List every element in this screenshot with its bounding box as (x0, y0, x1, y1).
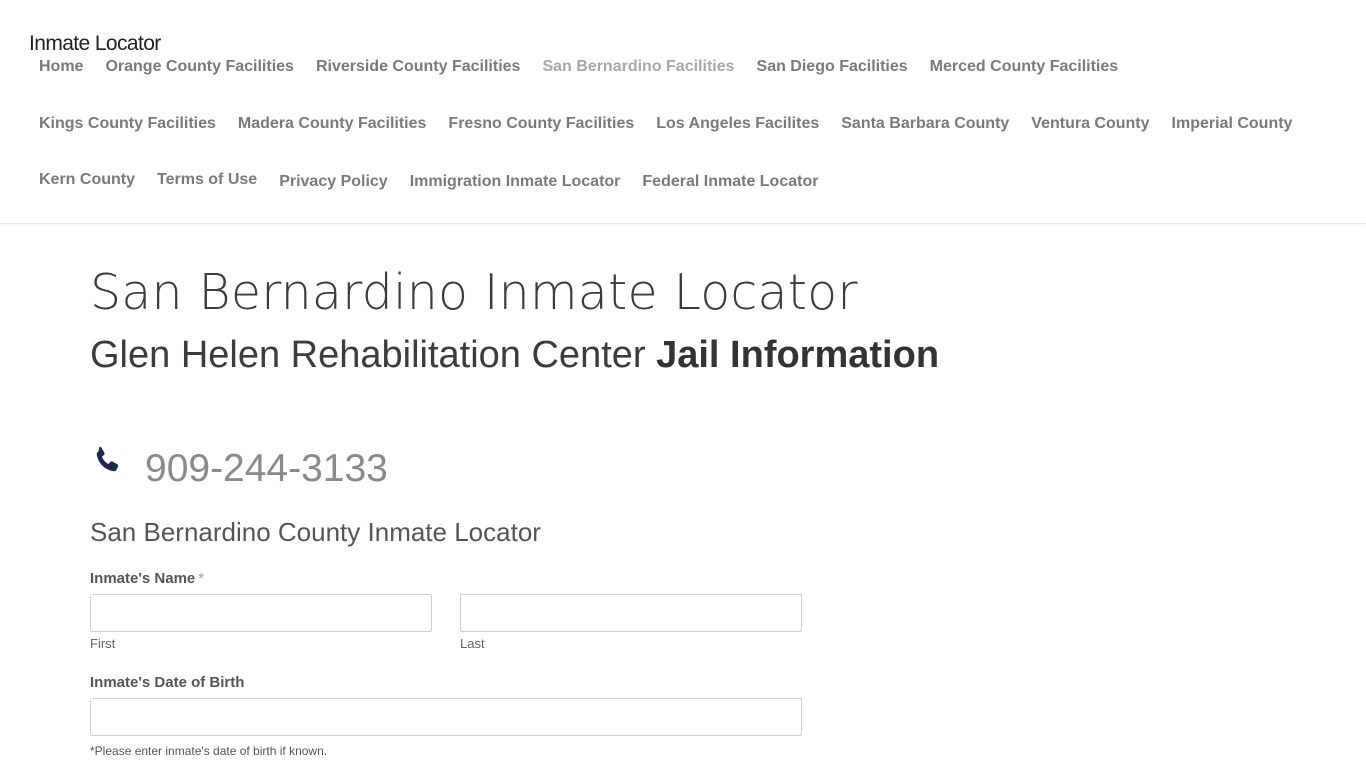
dob-input[interactable] (90, 698, 802, 736)
nav-item-fresno-county-facilities[interactable]: Fresno County Facilities (437, 102, 645, 159)
subtitle-facility: Glen Helen Rehabilitation Center (90, 334, 646, 376)
main-nav: Home Orange County Facilities Riverside Co… (28, 45, 1318, 215)
inmate-name-label: Inmate's Name * (90, 570, 204, 587)
nav-item-riverside-county-facilities[interactable]: Riverside County Facilities (305, 45, 532, 102)
nav-item-orange-county-facilities[interactable]: Orange County Facilities (94, 45, 304, 102)
nav-item-madera-county-facilities[interactable]: Madera County Facilities (227, 102, 438, 159)
phone-icon (90, 442, 124, 483)
nav-item-terms-of-use[interactable]: Terms of Use (146, 158, 268, 215)
required-mark: * (198, 570, 205, 587)
site-header: Inmate Locator Home Orange County Facilit… (0, 0, 1366, 224)
page-subtitle: Glen Helen Rehabilitation Center Jail In… (90, 330, 1270, 380)
inmate-name-label-text: Inmate's Name (90, 570, 196, 587)
nav-item-san-diego-facilities[interactable]: San Diego Facilities (746, 45, 919, 102)
nav-item-san-bernardino-facilities[interactable]: San Bernardino Facilities (531, 45, 745, 102)
phone-row: 909-244-3133 (90, 442, 388, 496)
first-name-input[interactable] (90, 594, 432, 632)
subtitle-jail-information: Jail Information (656, 334, 940, 376)
nav-item-home[interactable]: Home (28, 45, 94, 102)
nav-item-immigration-inmate-locator[interactable]: Immigration Inmate Locator (399, 158, 632, 215)
nav-item-kings-county-facilities[interactable]: Kings County Facilities (28, 102, 227, 159)
page-title: San Bernardino Inmate Locator (90, 264, 858, 321)
nav-item-imperial-county[interactable]: Imperial County (1161, 102, 1304, 159)
nav-item-ventura-county[interactable]: Ventura County (1020, 102, 1160, 159)
form-title: San Bernardino County Inmate Locator (90, 517, 541, 547)
last-name-input[interactable] (460, 594, 802, 632)
nav-item-federal-inmate-locator[interactable]: Federal Inmate Locator (631, 158, 829, 215)
nav-item-los-angeles-facilites[interactable]: Los Angeles Facilites (645, 102, 830, 159)
nav-item-merced-county-facilities[interactable]: Merced County Facilities (919, 45, 1130, 102)
last-name-sublabel: Last (460, 636, 485, 651)
nav-item-santa-barbara-county[interactable]: Santa Barbara County (830, 102, 1020, 159)
dob-note: *Please enter inmate's date of birth if … (90, 744, 328, 758)
nav-item-kern-county[interactable]: Kern County (28, 158, 146, 215)
dob-label: Inmate's Date of Birth (90, 674, 245, 691)
nav-item-privacy-policy[interactable]: Privacy Policy (268, 158, 399, 215)
phone-number[interactable]: 909-244-3133 (145, 442, 388, 496)
first-name-sublabel: First (90, 636, 116, 651)
main-content: San Bernardino Inmate Locator Glen Helen… (90, 262, 1270, 758)
